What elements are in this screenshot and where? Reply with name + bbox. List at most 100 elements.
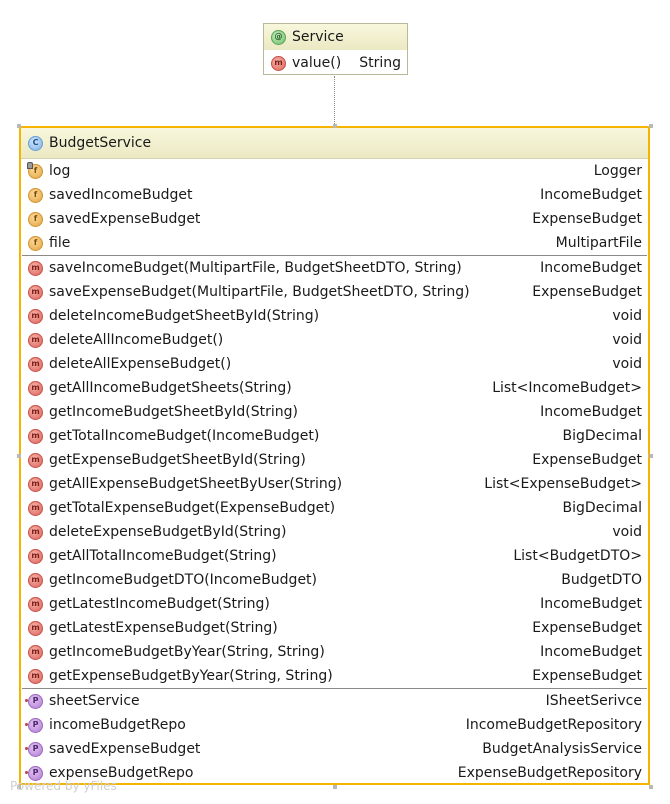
member-type: IncomeBudgetRepository <box>465 717 642 733</box>
annotation-icon: @ <box>271 29 286 45</box>
member-name: getIncomeBudgetSheetById(String) <box>49 404 298 420</box>
member-type: BudgetDTO <box>561 572 642 588</box>
member-row[interactable]: m saveExpenseBudget(MultipartFile, Budget… <box>21 280 648 304</box>
member-type: void <box>612 332 642 348</box>
member-row[interactable]: PsheetService ISheetSerivce <box>21 689 648 713</box>
member-type: IncomeBudget <box>540 187 642 203</box>
member-type: IncomeBudget <box>540 404 642 420</box>
resize-handle[interactable] <box>649 454 653 458</box>
member-name: getIncomeBudgetByYear(String, String) <box>49 644 325 660</box>
member-name: deleteAllExpenseBudget() <box>49 356 232 372</box>
member-row[interactable]: m getAllIncomeBudgetSheets(String) List<In… <box>21 376 648 400</box>
member-row[interactable]: m getAllExpenseBudgetSheetByUser(String) L… <box>21 472 648 496</box>
resize-handle[interactable] <box>649 124 653 128</box>
method-icon: m <box>28 284 43 300</box>
member-row[interactable]: m getAllTotalIncomeBudget(String) List<Bud… <box>21 544 648 568</box>
member-name: getLatestIncomeBudget(String) <box>49 596 270 612</box>
member-name: saveExpenseBudget(MultipartFile, BudgetS… <box>49 284 470 300</box>
member-name: deleteExpenseBudgetById(String) <box>49 524 287 540</box>
property-icon: P <box>25 717 43 733</box>
member-type: List<IncomeBudget> <box>492 380 642 396</box>
member-name: sheetService <box>49 693 140 709</box>
class-icon: C <box>28 135 43 151</box>
method-icon: m <box>28 548 43 564</box>
member-name: incomeBudgetRepo <box>49 717 186 733</box>
member-row[interactable]: m deleteAllExpenseBudget() void <box>21 352 648 376</box>
member-name: getIncomeBudgetDTO(IncomeBudget) <box>49 572 318 588</box>
member-name: savedExpenseBudget <box>49 741 201 757</box>
method-icon: m <box>28 404 43 420</box>
member-row[interactable]: m getLatestExpenseBudget(String) ExpenseBu… <box>21 616 648 640</box>
field-icon: f <box>28 187 43 203</box>
method-icon: m <box>271 55 286 71</box>
member-type: ExpenseBudget <box>532 620 642 636</box>
member-row[interactable]: m getIncomeBudgetDTO(IncomeBudget) BudgetD… <box>21 568 648 592</box>
final-field-icon: f <box>27 161 43 179</box>
member-type: BigDecimal <box>562 428 642 444</box>
member-row[interactable]: m getTotalIncomeBudget(IncomeBudget) BigDe… <box>21 424 648 448</box>
member-type: ExpenseBudget <box>532 668 642 684</box>
member-type: List<ExpenseBudget> <box>484 476 642 492</box>
member-row[interactable]: PsavedExpenseBudget BudgetAnalysisService <box>21 737 648 761</box>
member-row[interactable]: f savedExpenseBudget ExpenseBudget <box>21 207 648 231</box>
member-type: IncomeBudget <box>540 644 642 660</box>
member-type: Logger <box>593 163 642 179</box>
member-row[interactable]: m getLatestIncomeBudget(String) IncomeBudg… <box>21 592 648 616</box>
resize-handle[interactable] <box>17 124 21 128</box>
member-row[interactable]: m getExpenseBudgetByYear(String, String) E… <box>21 664 648 688</box>
service-member-row: m value() String <box>264 50 407 76</box>
member-name: saveIncomeBudget(MultipartFile, BudgetSh… <box>49 260 462 276</box>
properties-section: PsheetService ISheetSerivce PincomeBudgetR… <box>21 689 648 785</box>
watermark: Powered by yFiles <box>10 779 117 793</box>
member-name: file <box>49 235 71 251</box>
budgetservice-header: C BudgetService <box>21 128 648 159</box>
member-row[interactable]: m deleteExpenseBudgetById(String) void <box>21 520 648 544</box>
method-icon: m <box>28 428 43 444</box>
member-type: List<BudgetDTO> <box>513 548 642 564</box>
member-name: deleteAllIncomeBudget() <box>49 332 224 348</box>
member-type: ExpenseBudget <box>532 284 642 300</box>
member-name: savedExpenseBudget <box>49 211 201 227</box>
resize-handle[interactable] <box>649 785 653 789</box>
member-row[interactable]: f file MultipartFile <box>21 231 648 255</box>
field-icon: f <box>28 211 43 227</box>
service-annotation-node[interactable]: @ Service m value() String <box>263 23 408 75</box>
member-row[interactable]: m deleteAllIncomeBudget() void <box>21 328 648 352</box>
method-icon: m <box>28 596 43 612</box>
member-type: void <box>612 356 642 372</box>
member-type: BigDecimal <box>562 500 642 516</box>
method-icon: m <box>28 356 43 372</box>
service-title: Service <box>292 29 344 45</box>
method-icon: m <box>28 668 43 684</box>
member-type: MultipartFile <box>555 235 642 251</box>
member-name: deleteIncomeBudgetSheetById(String) <box>49 308 320 324</box>
member-type: void <box>612 524 642 540</box>
property-icon: P <box>25 693 43 709</box>
method-icon: m <box>28 476 43 492</box>
member-row[interactable]: m getIncomeBudgetByYear(String, String) In… <box>21 640 648 664</box>
service-header: @ Service <box>264 24 407 50</box>
method-icon: m <box>28 572 43 588</box>
method-icon: m <box>28 452 43 468</box>
field-icon: f <box>28 235 43 251</box>
member-row[interactable]: m getIncomeBudgetSheetById(String) IncomeB… <box>21 400 648 424</box>
member-row[interactable]: m deleteIncomeBudgetSheetById(String) void <box>21 304 648 328</box>
member-row[interactable]: m saveIncomeBudget(MultipartFile, BudgetS… <box>21 256 648 280</box>
member-row[interactable]: PincomeBudgetRepo IncomeBudgetRepository <box>21 713 648 737</box>
resize-handle[interactable] <box>333 124 337 128</box>
member-row[interactable]: f log Logger <box>21 159 648 183</box>
member-name: getExpenseBudgetByYear(String, String) <box>49 668 333 684</box>
member-type: BudgetAnalysisService <box>482 741 642 757</box>
member-row[interactable]: m getTotalExpenseBudget(ExpenseBudget) Big… <box>21 496 648 520</box>
method-icon: m <box>28 620 43 636</box>
member-row[interactable]: m getExpenseBudgetSheetById(String) Expens… <box>21 448 648 472</box>
member-row[interactable]: f savedIncomeBudget IncomeBudget <box>21 183 648 207</box>
member-name: getAllTotalIncomeBudget(String) <box>49 548 277 564</box>
budgetservice-class-node[interactable]: C BudgetService f log Logger f savedIncomeBu… <box>19 126 650 785</box>
method-icon: m <box>28 644 43 660</box>
resize-handle[interactable] <box>333 785 337 789</box>
resize-handle[interactable] <box>17 454 21 458</box>
member-name: log <box>49 163 71 179</box>
member-name: getAllIncomeBudgetSheets(String) <box>49 380 292 396</box>
member-type: ExpenseBudget <box>532 452 642 468</box>
